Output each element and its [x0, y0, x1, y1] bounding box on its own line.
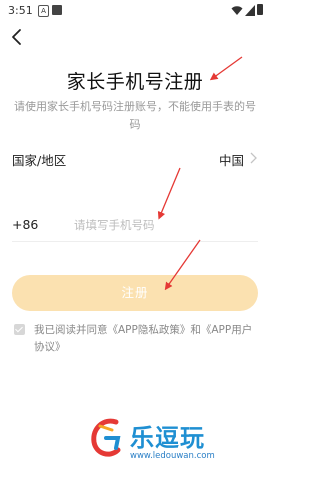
agreement-conjunction: 和: [190, 324, 201, 336]
phone-input[interactable]: [74, 213, 224, 237]
country-label: 国家/地区: [12, 153, 67, 168]
chevron-right-icon: [250, 152, 257, 164]
status-time: 3:51: [8, 4, 33, 17]
app-notification-icon: [52, 5, 62, 15]
watermark-url: www.ledouwan.com: [130, 451, 215, 461]
agree-checkbox[interactable]: [14, 324, 25, 335]
battery-icon: [257, 4, 263, 15]
register-button[interactable]: 注册: [12, 275, 258, 311]
status-bar: 3:51 A: [0, 0, 270, 22]
arrow-to-phone: [157, 167, 181, 220]
page-title: 家长手机号注册: [66, 71, 204, 93]
phone-country-code: +86: [12, 217, 39, 232]
country-selector[interactable]: 国家/地区 中国: [12, 143, 258, 173]
page-subtitle: 请使用家长手机号码注册账号，不能使用手表的号码: [14, 100, 256, 131]
watermark-name: 乐逗玩: [130, 424, 205, 452]
phone-divider: [12, 241, 258, 242]
agreement-text: 我已阅读并同意《APP隐私政策》和《APP用户协议》: [34, 322, 258, 356]
watermark-logo-icon: [91, 418, 121, 457]
back-arrow-icon[interactable]: [8, 28, 26, 46]
privacy-policy-link[interactable]: 《APP隐私政策》: [108, 324, 191, 336]
notification-icon: A: [38, 5, 49, 17]
phone-row: +86: [12, 210, 258, 240]
country-value: 中国: [218, 153, 244, 168]
wifi-icon: [231, 6, 243, 15]
agreement-prefix: 我已阅读并同意: [34, 324, 108, 336]
signal-icon: [245, 5, 255, 16]
